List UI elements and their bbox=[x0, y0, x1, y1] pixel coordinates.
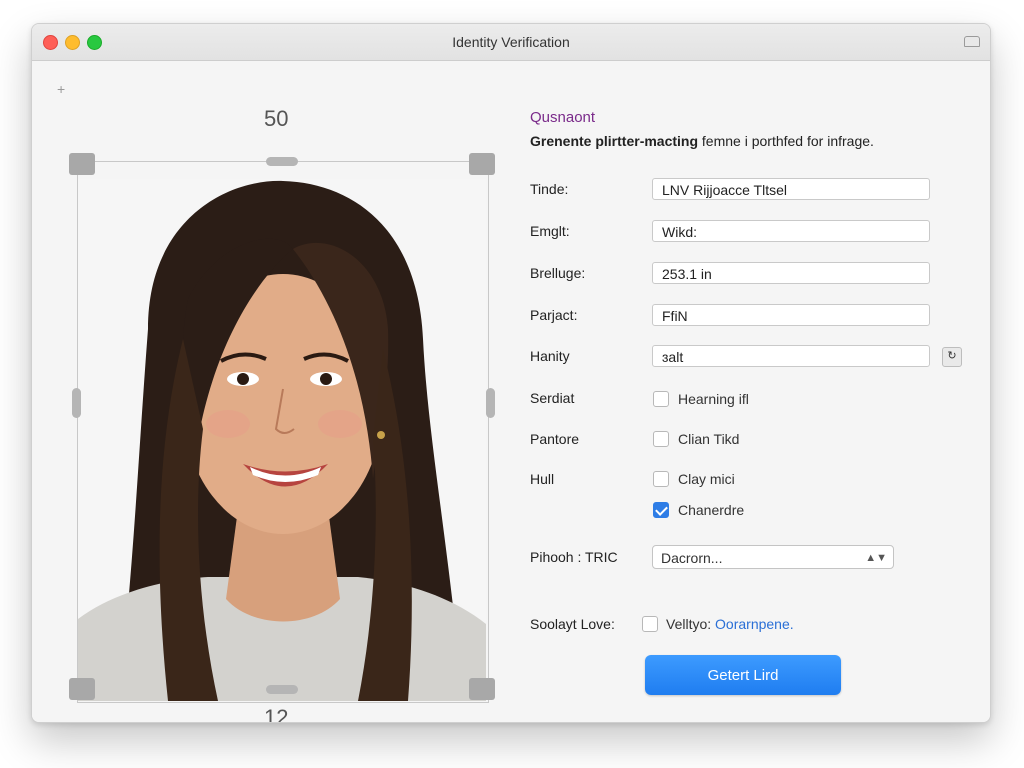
title-bar: Identity Verification bbox=[32, 24, 990, 61]
crop-corner-top-right[interactable] bbox=[469, 153, 495, 175]
window-proxy-icon[interactable] bbox=[964, 36, 980, 47]
field-label: Hanity bbox=[530, 348, 570, 364]
refresh-icon[interactable]: ↻ bbox=[942, 347, 962, 367]
crop-corner-bottom-left[interactable] bbox=[69, 678, 95, 700]
identity-verification-window: Identity Verification + 50 12 Qusnaont G… bbox=[31, 23, 991, 723]
checkbox[interactable] bbox=[642, 616, 658, 632]
bottom-label: Soolayt Love: bbox=[530, 616, 615, 632]
select-value: Dacrorn... bbox=[661, 550, 723, 566]
field-label: Tinde: bbox=[530, 181, 569, 197]
window-title: Identity Verification bbox=[452, 34, 570, 50]
link[interactable]: Oorarnpene. bbox=[715, 616, 794, 632]
add-icon[interactable]: + bbox=[57, 81, 65, 97]
select-label: Pihooh : TRIC bbox=[530, 549, 618, 565]
field-label: Parjact: bbox=[530, 307, 578, 323]
crop-top-value: 50 bbox=[264, 106, 289, 131]
form-subtitle: Grenente plirtter-macting femne i porthf… bbox=[530, 133, 874, 149]
form-subtitle-bold: Grenente plirtter-macting bbox=[530, 133, 699, 149]
crop-handle-bottom[interactable] bbox=[266, 685, 298, 694]
text-field[interactable]: ɜalt bbox=[652, 345, 930, 367]
checkbox-row-label: Serdiat bbox=[530, 390, 575, 406]
crop-handle-right[interactable] bbox=[486, 388, 495, 418]
form-heading: Qusnaont bbox=[530, 109, 596, 126]
form-subtitle-rest: femne i porthfed for infrage. bbox=[698, 133, 874, 149]
field-label: Emglt: bbox=[530, 223, 570, 239]
text-field[interactable]: LNV Rijjoacce Tltsel bbox=[652, 178, 930, 200]
text-field[interactable]: FfiN bbox=[652, 304, 930, 326]
checkbox-row-label: Pantore bbox=[530, 431, 580, 447]
text-field[interactable]: Wikd: bbox=[652, 220, 930, 242]
checkbox-checked[interactable] bbox=[653, 502, 669, 518]
select-dropdown[interactable]: Dacrorn... ▲▼ bbox=[652, 545, 894, 569]
chevron-updown-icon: ▲▼ bbox=[865, 552, 887, 564]
crop-frame[interactable] bbox=[77, 161, 489, 703]
checkbox-label: Hearning ifl bbox=[678, 391, 749, 407]
checkbox-label: Clian Tikd bbox=[678, 431, 740, 447]
checkbox-label: Chanerdre bbox=[678, 502, 745, 518]
checkbox[interactable] bbox=[653, 391, 669, 407]
crop-handle-left[interactable] bbox=[72, 388, 81, 418]
field-label: Brelluge: bbox=[530, 265, 586, 281]
crop-corner-bottom-right[interactable] bbox=[469, 678, 495, 700]
submit-button[interactable]: Getert Lird bbox=[645, 655, 841, 695]
crop-bottom-value: 12 bbox=[264, 705, 289, 723]
checkbox[interactable] bbox=[653, 471, 669, 487]
text-field[interactable]: 253.1 in bbox=[652, 262, 930, 284]
checkbox-label: Clay mici bbox=[678, 471, 735, 487]
checkbox[interactable] bbox=[653, 431, 669, 447]
checkbox-text-prefix: Velltyo: bbox=[666, 616, 712, 632]
checkbox-text: Velltyo: Oorarnpene. bbox=[666, 616, 794, 632]
crop-handle-top[interactable] bbox=[266, 157, 298, 166]
checkbox-row-label: Hull bbox=[530, 471, 555, 487]
main-content: + 50 12 Qusnaont Grenente plirtter-macti… bbox=[32, 61, 990, 722]
crop-corner-top-left[interactable] bbox=[69, 153, 95, 175]
